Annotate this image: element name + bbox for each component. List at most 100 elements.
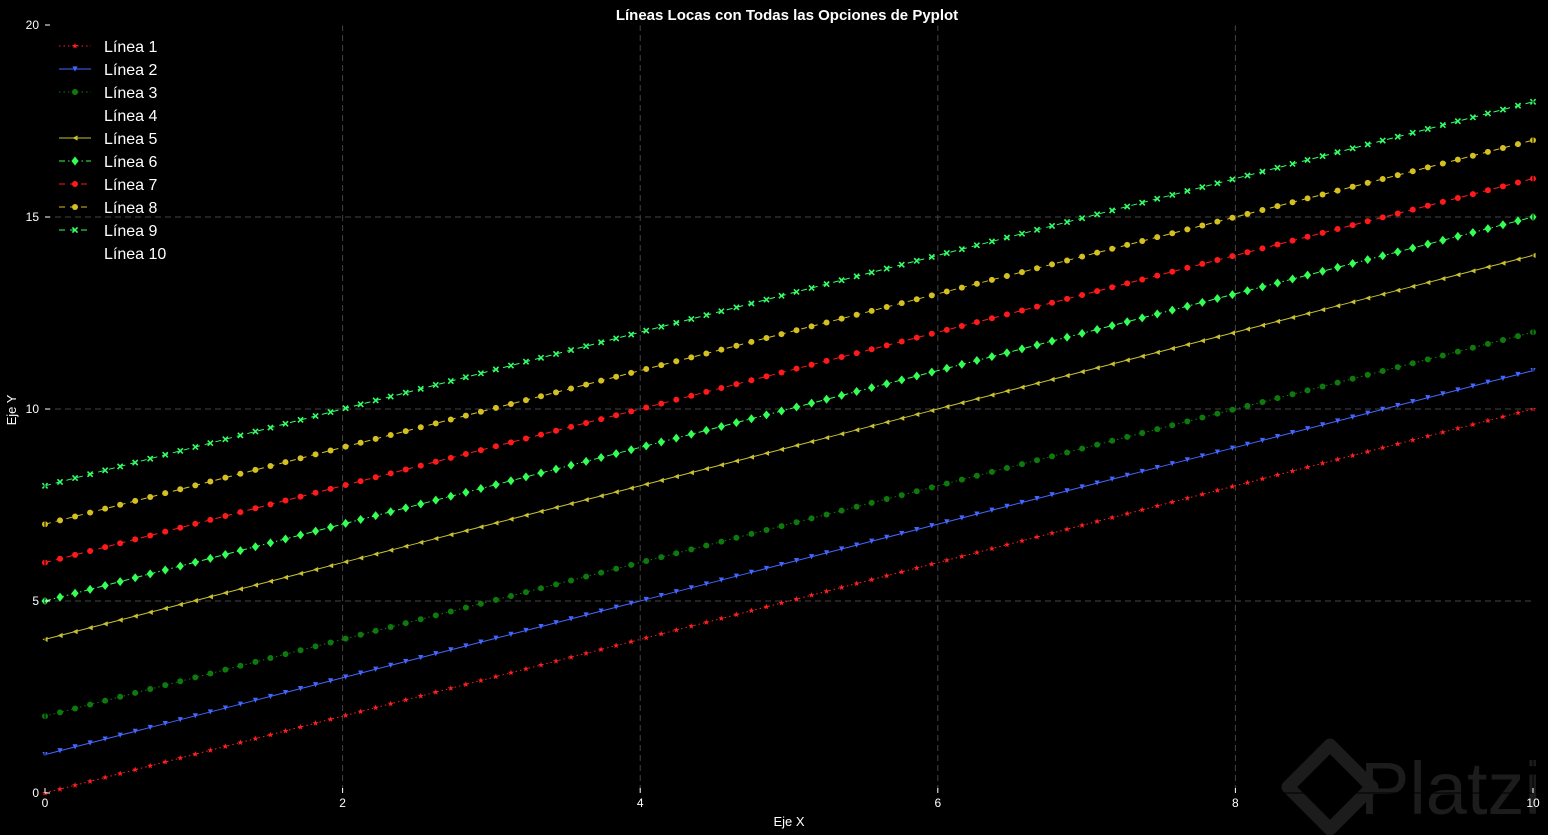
data-point <box>1454 156 1461 163</box>
data-point <box>928 292 935 299</box>
data-point <box>402 428 409 435</box>
data-point <box>507 400 514 407</box>
data-point <box>1018 461 1025 468</box>
data-point <box>1379 367 1386 374</box>
data-point <box>147 532 154 539</box>
data-point <box>1109 284 1116 291</box>
data-point <box>583 419 590 426</box>
data-point <box>763 527 770 534</box>
data-point <box>1289 237 1296 244</box>
data-point <box>943 480 950 487</box>
data-point <box>1214 410 1221 417</box>
data-point <box>1229 406 1236 413</box>
data-point <box>1034 303 1040 310</box>
data-point <box>958 284 965 291</box>
data-point <box>1079 445 1086 452</box>
y-axis-label: Eje Y <box>4 394 19 425</box>
data-point <box>132 536 139 543</box>
data-point <box>417 424 424 431</box>
data-point <box>207 478 214 485</box>
data-point <box>853 311 860 318</box>
legend-label: Línea 8 <box>104 200 157 217</box>
data-point <box>913 296 920 303</box>
data-point <box>282 651 289 658</box>
data-point <box>823 357 830 364</box>
data-point <box>477 447 484 454</box>
data-point <box>102 505 109 512</box>
legend-label: Línea 9 <box>104 223 157 240</box>
data-point <box>222 513 229 520</box>
data-point <box>883 303 890 310</box>
data-point <box>267 463 274 470</box>
data-point <box>703 542 710 549</box>
data-point <box>1124 433 1131 440</box>
data-point <box>192 674 199 681</box>
legend-label: Línea 3 <box>104 85 157 102</box>
data-point <box>703 388 710 395</box>
data-point <box>1094 288 1101 295</box>
data-point <box>1424 202 1431 209</box>
data-point <box>1409 360 1416 367</box>
data-point <box>297 455 304 462</box>
data-point <box>1319 383 1326 390</box>
y-tick-label: 0 <box>32 786 39 800</box>
data-point <box>432 420 439 427</box>
x-axis-label: Eje X <box>773 814 804 829</box>
data-point <box>973 319 980 326</box>
data-point <box>1064 257 1071 264</box>
data-point <box>72 513 79 520</box>
data-point <box>177 678 184 685</box>
data-point <box>1199 222 1206 229</box>
legend-label: Línea 10 <box>104 246 166 263</box>
data-point <box>1229 214 1236 221</box>
data-point <box>553 389 560 396</box>
data-point <box>613 565 620 572</box>
data-point <box>447 454 454 461</box>
data-point <box>628 408 635 415</box>
x-tick-label: 8 <box>1232 796 1239 810</box>
data-point <box>372 435 379 442</box>
data-point <box>733 381 740 388</box>
data-point <box>673 550 680 557</box>
data-point <box>312 643 319 650</box>
data-point <box>1289 199 1296 206</box>
data-point <box>1244 402 1251 409</box>
data-point <box>1469 152 1476 159</box>
data-point <box>688 354 695 361</box>
data-point <box>477 600 484 607</box>
data-point <box>372 627 379 634</box>
data-point <box>1469 191 1476 198</box>
data-point <box>1003 464 1010 471</box>
data-point <box>57 517 64 524</box>
data-point <box>1499 144 1506 151</box>
data-point <box>733 342 740 349</box>
data-point <box>778 331 785 338</box>
data-point <box>1409 206 1416 213</box>
data-point <box>117 693 124 700</box>
data-point <box>402 466 409 473</box>
data-point <box>598 377 605 384</box>
data-point <box>252 505 259 512</box>
data-point <box>673 396 680 403</box>
data-point <box>838 315 845 322</box>
data-point <box>117 540 124 547</box>
data-point <box>297 647 304 654</box>
data-point <box>898 492 905 499</box>
data-point <box>222 474 229 481</box>
data-point <box>883 495 890 502</box>
data-point <box>913 334 920 341</box>
data-point <box>718 385 725 392</box>
y-tick-label: 5 <box>32 594 39 608</box>
data-point <box>1304 233 1311 240</box>
data-point <box>57 709 64 716</box>
data-point <box>477 408 484 415</box>
data-point <box>102 697 109 704</box>
chart-title: Líneas Locas con Todas las Opciones de P… <box>616 7 958 24</box>
x-tick-label: 10 <box>1526 796 1540 810</box>
data-point <box>357 478 364 485</box>
data-point <box>1274 241 1281 248</box>
data-point <box>583 381 590 388</box>
data-point <box>282 459 289 466</box>
data-point <box>928 330 935 337</box>
legend-label: Línea 6 <box>104 154 157 171</box>
